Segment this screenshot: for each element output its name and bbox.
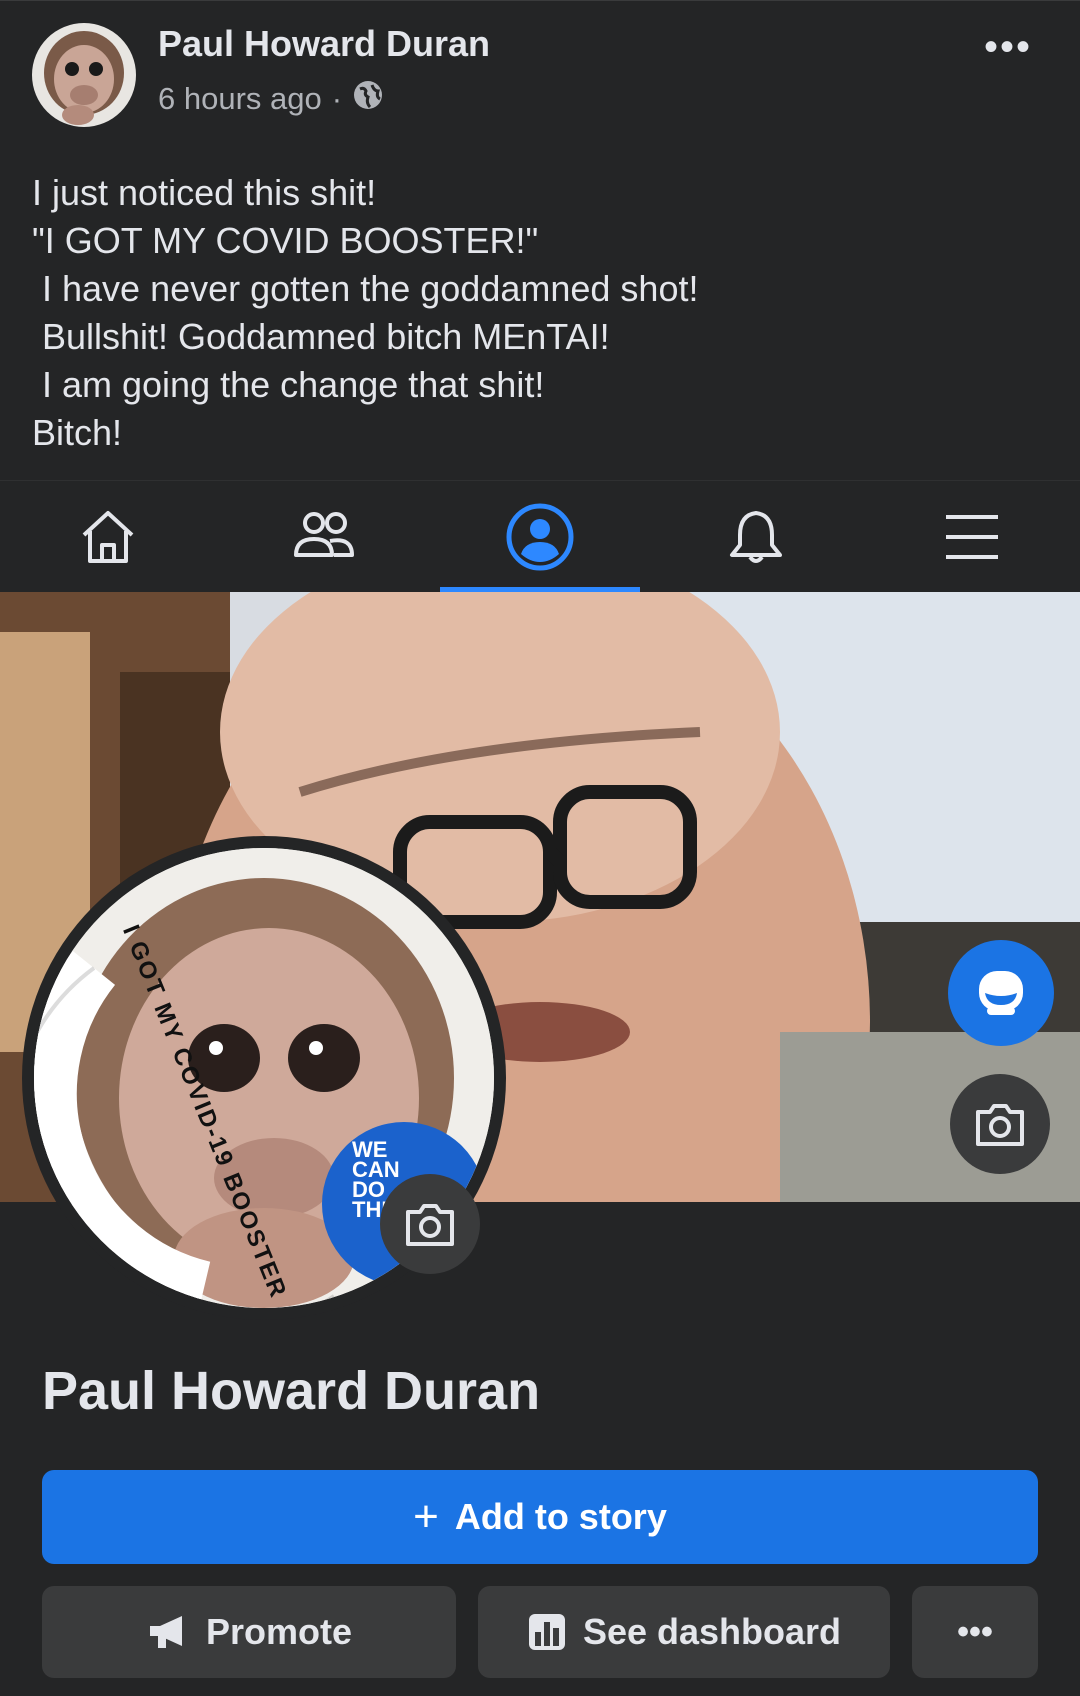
nav-friends[interactable]: [216, 481, 432, 593]
author-avatar[interactable]: [32, 23, 136, 127]
post-line: Bitch!: [32, 412, 123, 453]
promote-label: Promote: [205, 1611, 353, 1652]
home-icon: [82, 511, 134, 563]
promote-button[interactable]: Promote: [42, 1586, 456, 1678]
add-to-story-label: Add to story: [454, 1496, 667, 1537]
avatar-button[interactable]: [948, 940, 1054, 1046]
see-dashboard-label: See dashboard: [582, 1611, 842, 1652]
edit-cover-button[interactable]: [950, 1074, 1050, 1174]
profile-more-button[interactable]: •••: [912, 1586, 1038, 1678]
nav-home[interactable]: [0, 481, 216, 593]
profile-name: Paul Howard Duran: [42, 1361, 541, 1421]
globe-icon: [352, 79, 384, 119]
top-nav-bar: [0, 480, 1080, 593]
menu-icon: [946, 515, 998, 559]
post-line: Bullshit! Goddamned bitch MEnTAI!: [32, 316, 610, 357]
avatar-icon: [979, 971, 1023, 1015]
post-text: I just noticed this shit! "I GOT MY COVI…: [32, 169, 1032, 457]
profile-icon: [506, 503, 574, 571]
post-line: I have never gotten the goddamned shot!: [32, 268, 699, 309]
nav-menu[interactable]: [864, 481, 1080, 593]
edit-profile-picture-button[interactable]: [380, 1174, 480, 1274]
more-icon: •••: [957, 1612, 993, 1651]
post-line: I just noticed this shit!: [32, 172, 377, 213]
camera-icon: [976, 1104, 1024, 1146]
post-time[interactable]: 6 hours ago: [158, 81, 322, 117]
add-to-story-button[interactable]: + Add to story: [42, 1470, 1038, 1564]
see-dashboard-button[interactable]: See dashboard: [478, 1586, 890, 1678]
post-author-name[interactable]: Paul Howard Duran: [158, 23, 490, 65]
meta-separator: ·: [331, 81, 343, 116]
camera-icon: [406, 1204, 454, 1246]
nav-profile[interactable]: [432, 481, 648, 593]
post-more-button[interactable]: •••: [984, 25, 1032, 70]
profile-picture-frame: I GOT MY COVID-19 BOOSTER WE CAN DO THI: [22, 836, 506, 1320]
post-line: I am going the change that shit!: [32, 364, 545, 405]
nav-notifications[interactable]: [648, 481, 864, 593]
megaphone-icon: [149, 1616, 182, 1648]
plus-icon: +: [413, 1492, 439, 1541]
post-meta: 6 hours ago ·: [158, 79, 384, 119]
dashboard-icon: [528, 1614, 565, 1650]
friends-icon: [294, 512, 354, 557]
post-card: Paul Howard Duran 6 hours ago · ••• I ju…: [0, 0, 1080, 479]
notifications-icon: [730, 511, 782, 563]
post-line: "I GOT MY COVID BOOSTER!": [32, 220, 539, 261]
